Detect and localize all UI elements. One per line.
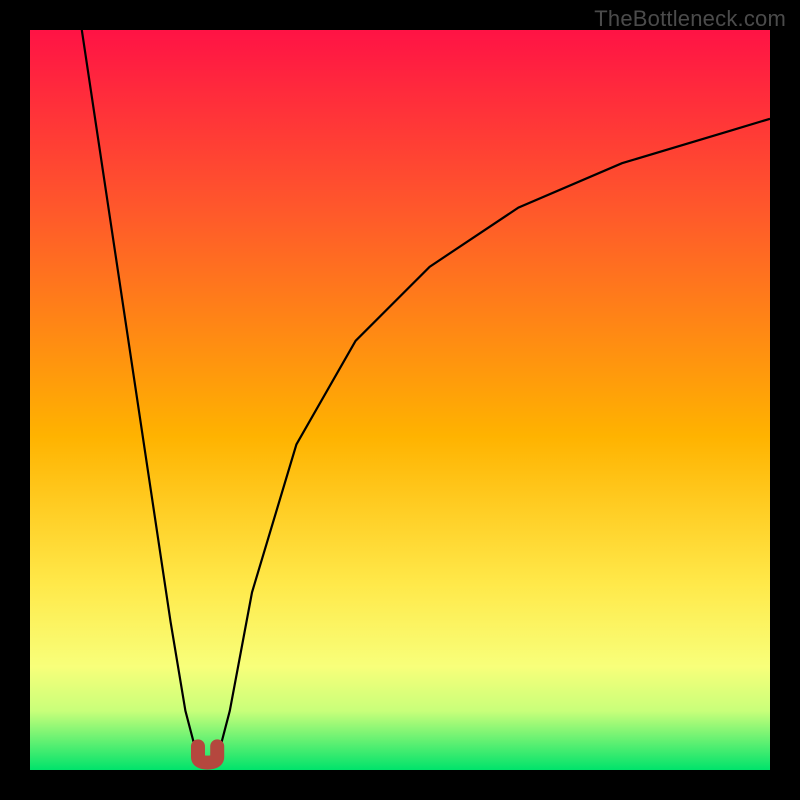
gradient-background [30, 30, 770, 770]
plot-area [30, 30, 770, 770]
watermark-text: TheBottleneck.com [594, 6, 786, 32]
plot-svg [30, 30, 770, 770]
chart-frame: TheBottleneck.com [0, 0, 800, 800]
